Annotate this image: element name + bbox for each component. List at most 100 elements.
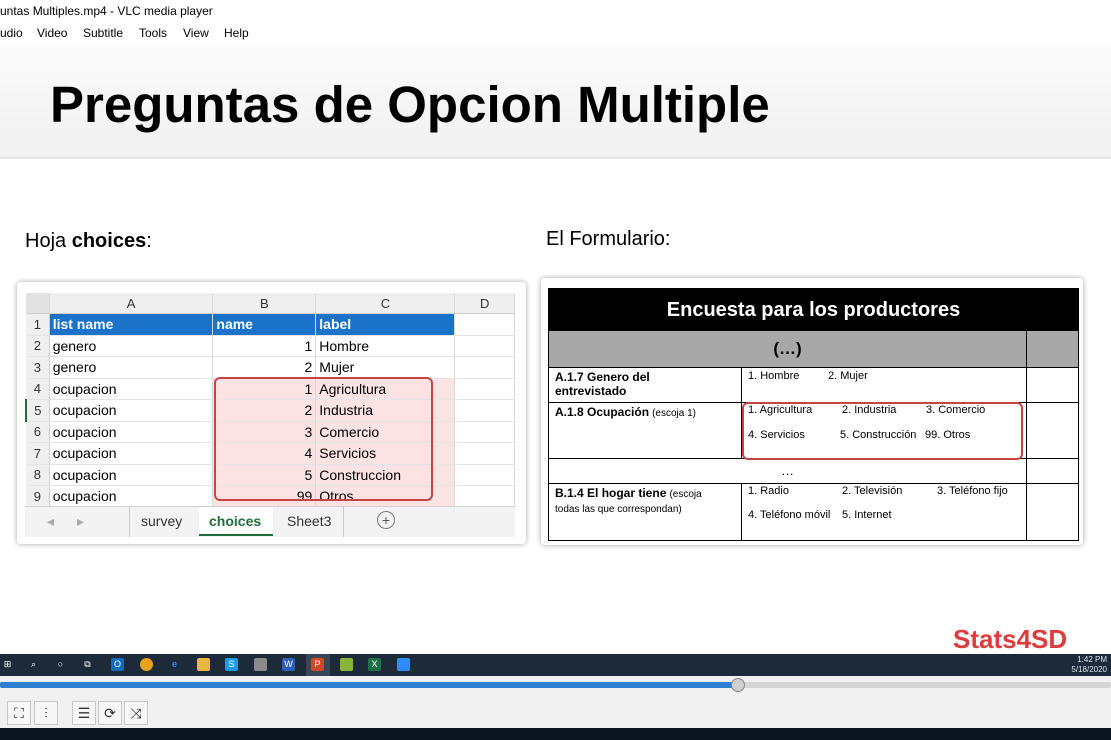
player-controls: ⛶ ⫶ ☰ ⟳ ⤨ (0, 696, 1111, 728)
left-heading-bold: choices (71, 230, 147, 252)
excel-icon: X (368, 658, 381, 671)
menu-audio[interactable]: udio (0, 26, 23, 40)
col-header: A (49, 293, 214, 314)
col-header: C (315, 293, 456, 314)
cell: ocupacion (49, 464, 214, 486)
right-heading: El Formulario: (546, 228, 671, 250)
word-icon: W (282, 658, 295, 671)
cell: ocupacion (49, 485, 214, 508)
cell (454, 313, 515, 336)
window-titlebar: untas Multiples.mp4 - VLC media player (0, 0, 1111, 22)
grid-line (549, 483, 1078, 484)
column-header-row: A B C D (26, 293, 515, 314)
row-number: 7 (26, 442, 50, 465)
cell: 1 (212, 335, 317, 357)
task-view-icon: ⧉ (84, 659, 91, 669)
option: 3. Teléfono fijo (937, 485, 1008, 497)
cell: 2 (212, 356, 317, 379)
col-header: B (212, 293, 317, 314)
taskbar-clock: 1:42 PM 5/18/2020 (1071, 655, 1107, 675)
seek-area[interactable] (0, 676, 1111, 696)
sheet-tab-bar: ◂ ▸ survey choices Sheet3 + (25, 506, 515, 537)
row-number: 6 (26, 421, 50, 443)
cell: label (315, 313, 456, 336)
edge-icon: e (171, 659, 177, 669)
scroll-left-icon[interactable]: ◂ (47, 513, 54, 530)
menu-help[interactable]: Help (224, 26, 249, 40)
select-all-corner (26, 293, 50, 314)
option: 4. Teléfono móvil (748, 509, 831, 521)
cell (454, 442, 515, 465)
slide-title: Preguntas de Opcion Multiple (50, 76, 770, 133)
seek-bar-fill (0, 682, 738, 688)
menu-tools[interactable]: Tools (139, 26, 167, 40)
option: 2. Mujer (828, 370, 868, 382)
question-b14-label: B.1.4 El hogar tiene (escoja todas las qu… (555, 486, 702, 517)
option: 2. Televisión (842, 485, 903, 497)
question-a18-bold: A.1.8 Ocupación (555, 405, 650, 419)
highlight-box (214, 377, 433, 501)
add-sheet-icon[interactable]: + (377, 511, 395, 529)
seek-bar[interactable] (0, 678, 1111, 692)
option: 1. Hombre (748, 370, 800, 382)
cell (454, 464, 515, 486)
menu-subtitle[interactable]: Subtitle (83, 26, 123, 40)
shuffle-button[interactable]: ⤨ (124, 701, 148, 725)
row-number: 2 (26, 335, 50, 357)
option: 1. Radio (748, 485, 789, 497)
table-row: 1 list name name label (26, 313, 515, 336)
os-taskbar: ⊞ ⌕ ○ ⧉ O e S W P X 1:42 PM 5/18/2020 (0, 654, 1111, 678)
cortana-icon: ○ (57, 659, 64, 669)
grid-line (1026, 331, 1027, 540)
sheet-tab-survey[interactable]: survey (141, 513, 182, 529)
loop-button[interactable]: ⟳ (98, 701, 122, 725)
left-heading-pre: Hoja (25, 230, 72, 252)
windows-start-icon: ⊞ (3, 659, 12, 669)
cell (454, 399, 515, 422)
row-number: 8 (26, 464, 50, 486)
question-b14-bold: B.1.4 El hogar tiene (555, 486, 667, 500)
fullscreen-button[interactable]: ⛶ (7, 701, 31, 725)
row-number: 9 (26, 485, 50, 508)
desktop-taskbar-strip (0, 728, 1111, 740)
scroll-right-icon[interactable]: ▸ (77, 513, 84, 530)
cell (454, 356, 515, 379)
question-b14-note2: todas las que correspondan) (555, 504, 682, 515)
menu-view[interactable]: View (183, 26, 209, 40)
cell: name (212, 313, 317, 336)
table-row: 3 genero 2 Mujer (26, 356, 515, 379)
cell: Hombre (315, 335, 456, 357)
clock-time: 1:42 PM (1077, 655, 1107, 664)
seek-handle[interactable] (730, 678, 745, 692)
highlight-box (742, 402, 1023, 460)
file-explorer-icon (197, 658, 210, 671)
sheet-tab-choices[interactable]: choices (209, 513, 261, 529)
menu-video[interactable]: Video (37, 26, 67, 40)
form-banner: Encuesta para los productores (549, 289, 1078, 331)
video-frame[interactable]: Preguntas de Opcion Multiple Hoja choice… (0, 44, 1111, 654)
sheet-tab-sheet3[interactable]: Sheet3 (287, 513, 331, 529)
row-number: 5 (24, 399, 50, 422)
row-number: 4 (26, 378, 50, 400)
section-ellipsis: (…) (773, 339, 802, 358)
table-row: 2 genero 1 Hombre (26, 335, 515, 357)
row-number: 1 (26, 313, 50, 336)
window-title: untas Multiples.mp4 - VLC media player (0, 4, 213, 18)
cell: Mujer (315, 356, 456, 379)
extended-settings-button[interactable]: ⫶ (34, 701, 58, 725)
form-screenshot: Encuesta para los productores (…) A.1.7 … (541, 278, 1083, 545)
chrome-icon (140, 658, 153, 671)
question-a18-label: A.1.8 Ocupación (escoja 1) (555, 405, 696, 419)
menu-bar: udio Video Subtitle Tools View Help (0, 22, 1111, 44)
survey-form: Encuesta para los productores (…) A.1.7 … (548, 288, 1079, 541)
question-a18-note: (escoja 1) (652, 408, 696, 419)
option: 5. Internet (842, 509, 892, 521)
playlist-button[interactable]: ☰ (72, 701, 96, 725)
form-section-row: (…) (549, 331, 1078, 368)
form-dots: … (781, 463, 794, 478)
cell: ocupacion (49, 399, 214, 422)
search-icon: ⌕ (30, 659, 37, 669)
grid-line (741, 483, 742, 540)
app-icon (254, 658, 267, 671)
cell: ocupacion (49, 442, 214, 465)
